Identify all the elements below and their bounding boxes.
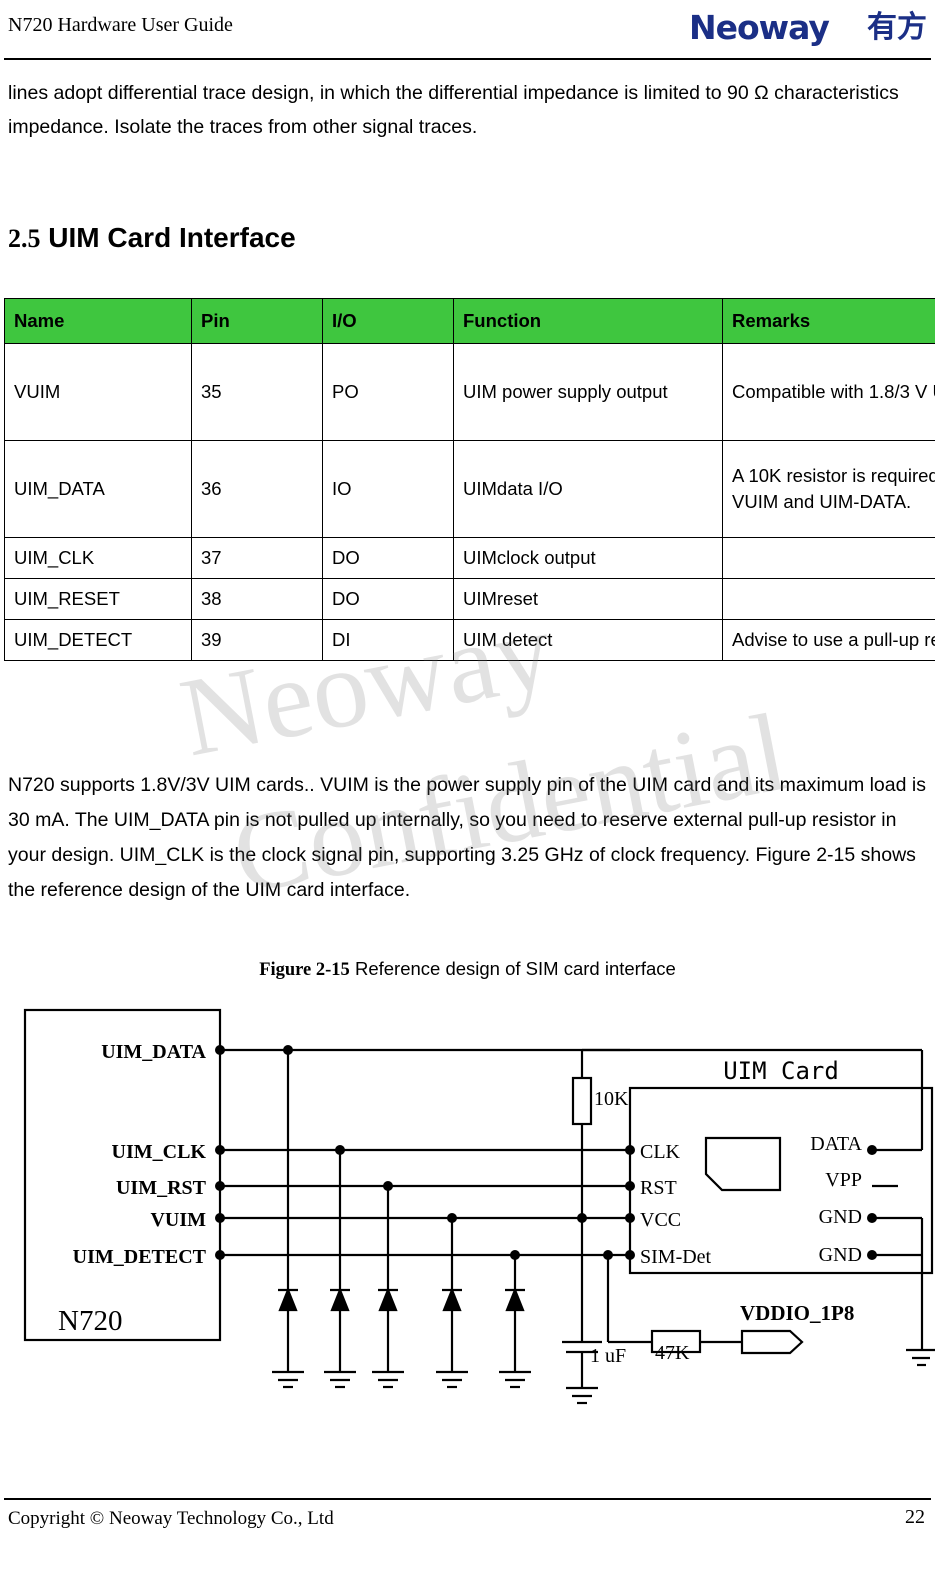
figure-label-vddio: VDDIO_1P8 [740, 1301, 854, 1325]
cell-remarks: A 10K resistor is required between VUIM … [722, 440, 935, 538]
table-header-row: Name Pin I/O Function Remarks [4, 298, 935, 344]
table-row: UIM_CLK 37 DO UIMclock output [4, 537, 935, 579]
card-pin-dot-clk [625, 1145, 635, 1155]
figure-label-47k: 47K [655, 1342, 690, 1364]
table-row: VUIM 35 PO UIM power supply output Compa… [4, 343, 935, 441]
intro-paragraph: lines adopt differential trace design, i… [8, 82, 899, 138]
column-header-remarks: Remarks [722, 298, 935, 344]
cell-io: IO [322, 440, 454, 538]
resistor-10k-body [571, 1076, 593, 1126]
cell-io: DI [322, 619, 454, 661]
figure-label-card-vcc: VCC [640, 1209, 681, 1231]
cell-remarks [722, 578, 935, 620]
figure-label-uim-clk: UIM_CLK [112, 1141, 207, 1163]
junction-dot [510, 1250, 520, 1260]
section-number: 2.5 [8, 224, 41, 253]
header-divider [4, 58, 931, 60]
figure-label-card-rst: RST [640, 1177, 677, 1199]
cell-remarks: Advise to use a pull-up resistor [722, 619, 935, 661]
table-row: UIM_DETECT 39 DI UIM detect Advise to us… [4, 619, 935, 661]
cell-name: VUIM [4, 343, 192, 441]
figure-label-module: N720 [58, 1305, 122, 1337]
cell-pin: 39 [191, 619, 323, 661]
section-heading: 2.5 UIM Card Interface [8, 222, 296, 254]
document-page: N720 Hardware User Guide Neoway 有方 lines… [0, 0, 935, 1572]
cell-pin: 36 [191, 440, 323, 538]
cell-name: UIM_DATA [4, 440, 192, 538]
figure-label-card-gnd1: GND [819, 1206, 862, 1228]
cell-function: UIM power supply output [453, 343, 723, 441]
figure-label-uim-detect: UIM_DETECT [73, 1246, 207, 1268]
cell-pin: 35 [191, 343, 323, 441]
column-header-function: Function [453, 298, 723, 344]
cell-io: DO [322, 578, 454, 620]
junction-dot [447, 1213, 457, 1223]
footer-page-number: 22 [905, 1506, 925, 1528]
neoway-wordmark-icon: Neoway [689, 8, 830, 47]
neoway-logo: Neoway 有方 [689, 6, 927, 50]
cell-function: UIMclock output [453, 537, 723, 579]
cell-function: UIM detect [453, 619, 723, 661]
column-header-pin: Pin [191, 298, 323, 344]
footer-copyright: Copyright © Neoway Technology Co., Ltd [8, 1508, 334, 1529]
figure-label-vuim: VUIM [150, 1209, 206, 1231]
cell-function: UIMdata I/O [453, 440, 723, 538]
table-row: UIM_RESET 38 DO UIMreset [4, 578, 935, 620]
column-header-name: Name [4, 298, 192, 344]
cell-remarks: Compatible with 1.8/3 V UIM card [722, 343, 935, 441]
figure-caption-text: Reference design of SIM card interface [354, 958, 676, 979]
header-title: N720 Hardware User Guide [8, 14, 233, 36]
sim-card-schematic: UIM_DATA UIM_CLK UIM_RST VUIM UIM_DETECT… [0, 990, 935, 1440]
card-pin-dot-simdet [625, 1250, 635, 1260]
page-header: N720 Hardware User Guide Neoway 有方 [0, 0, 935, 60]
figure-label-10k: 10K [594, 1088, 629, 1110]
figure-caption-label: Figure 2-15 [259, 960, 350, 980]
figure-label-card-gnd2: GND [819, 1244, 862, 1266]
cell-name: UIM_CLK [4, 537, 192, 579]
figure-label-card-simdet: SIM-Det [640, 1246, 712, 1268]
cell-io: PO [322, 343, 454, 441]
esd-diode-group [324, 1287, 356, 1389]
footer-divider [4, 1498, 931, 1500]
body-paragraph: N720 supports 1.8V/3V UIM cards.. VUIM i… [8, 774, 926, 901]
cell-pin: 37 [191, 537, 323, 579]
card-pin-dot-vcc [625, 1213, 635, 1223]
figure-label-uim-card: UIM Card [723, 1057, 839, 1085]
junction-dot [603, 1250, 613, 1260]
logo-chinese-text: 有方 [867, 10, 927, 45]
uim-pin-table: Name Pin I/O Function Remarks VUIM 35 PO… [4, 298, 935, 661]
junction-dot [383, 1181, 393, 1191]
esd-diode-group [499, 1287, 531, 1389]
esd-diode-group [372, 1287, 404, 1389]
cell-remarks [722, 537, 935, 579]
esd-diode-group [272, 1287, 304, 1389]
figure-label-card-data: DATA [810, 1133, 862, 1155]
cell-io: DO [322, 537, 454, 579]
figure-label-1uf: 1 uF [590, 1345, 626, 1367]
figure-label-uim-data: UIM_DATA [101, 1041, 206, 1063]
card-pin-dot-rst [625, 1181, 635, 1191]
cell-name: UIM_RESET [4, 578, 192, 620]
cell-name: UIM_DETECT [4, 619, 192, 661]
figure-label-uim-rst: UIM_RST [116, 1177, 207, 1199]
figure-caption: Figure 2-15 Reference design of SIM card… [0, 958, 935, 981]
schematic-svg: UIM_DATA UIM_CLK UIM_RST VUIM UIM_DETECT… [23, 1008, 935, 1405]
figure-label-card-vpp: VPP [825, 1169, 862, 1191]
figure-label-card-clk: CLK [640, 1141, 681, 1163]
junction-dot [335, 1145, 345, 1155]
section-title-text: UIM Card Interface [48, 222, 296, 253]
table-row: UIM_DATA 36 IO UIMdata I/O A 10K resisto… [4, 440, 935, 538]
cell-pin: 38 [191, 578, 323, 620]
cell-function: UIMreset [453, 578, 723, 620]
vddio-rail-symbol [740, 1329, 804, 1355]
junction-dot [283, 1045, 293, 1055]
esd-diode-group [436, 1287, 468, 1389]
column-header-io: I/O [322, 298, 454, 344]
sim-chip-outline [704, 1136, 782, 1192]
